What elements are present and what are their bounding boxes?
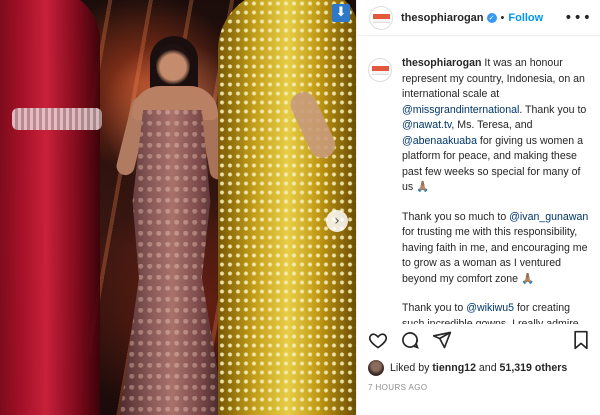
comment-icon[interactable] <box>400 330 420 350</box>
caption-paragraph-1: thesophiarogan It was an honour represen… <box>402 56 592 196</box>
next-image-icon[interactable]: › <box>326 210 348 232</box>
caption-avatar[interactable] <box>368 58 392 82</box>
caption-paragraph-2: Thank you so much to @ivan_gunawan for t… <box>402 210 592 288</box>
likes-count[interactable]: 51,319 others <box>500 362 568 374</box>
follow-button[interactable]: Follow <box>508 12 543 24</box>
avatar-flag-white <box>372 71 389 75</box>
red-dress-belt <box>12 108 102 130</box>
red-dress-figure <box>0 0 100 415</box>
gold-dress-figure <box>218 0 356 415</box>
model-head <box>156 44 190 86</box>
bookmark-icon[interactable] <box>572 330 590 350</box>
likes-prefix: Liked by <box>390 362 433 374</box>
separator-dot: • <box>500 11 505 24</box>
post-photo[interactable]: ⬇ › <box>0 0 356 415</box>
likes-row: Liked by tienng12 and 51,319 others <box>368 360 594 376</box>
verified-badge-icon: ✓ <box>486 12 497 23</box>
caption-text-span: Thank you so much to <box>402 210 510 223</box>
mention-wikiwu[interactable]: @wikiwu5 <box>466 302 514 314</box>
avatar[interactable] <box>369 5 393 30</box>
likes-text[interactable]: Liked by tienng12 and 51,319 others <box>390 362 567 374</box>
likes-middle: and <box>475 362 500 374</box>
caption-text: thesophiarogan It was an honour represen… <box>402 56 592 324</box>
post-header: thesophiarogan ✓ • Follow ••• <box>357 0 600 36</box>
caption-text-span: . Thank you to <box>519 103 587 116</box>
mention-abenaa[interactable]: @abenaakuaba <box>402 135 477 147</box>
caption-paragraph-3: Thank you to @wikiwu5 for creating such … <box>402 301 592 324</box>
caption-text-span: for trusting me with this responsibility… <box>402 226 588 285</box>
post-timestamp[interactable]: 7 HOURS AGO <box>368 383 428 392</box>
caption-text-span: Thank you to <box>402 302 467 314</box>
action-bar <box>368 328 590 352</box>
caption-username[interactable]: thesophiarogan <box>402 57 481 69</box>
heart-icon[interactable] <box>368 330 388 350</box>
share-icon[interactable] <box>432 330 452 350</box>
mention-missgrand[interactable]: @missgrandinternational <box>402 104 519 116</box>
avatar-flag-white <box>373 18 390 23</box>
liker-avatar[interactable] <box>368 360 384 376</box>
header-username[interactable]: thesophiarogan <box>401 12 484 24</box>
download-badge-icon[interactable]: ⬇ <box>332 4 350 22</box>
mention-nawat[interactable]: @nawat.tv <box>402 119 451 131</box>
liker-username[interactable]: tienng12 <box>432 362 476 374</box>
mention-ivan[interactable]: @ivan_gunawan <box>509 211 588 223</box>
caption-scroll-area[interactable]: thesophiarogan It was an honour represen… <box>368 46 596 324</box>
caption-text-span: , Ms. Teresa, and <box>451 119 533 131</box>
more-options-icon[interactable]: ••• <box>564 10 592 26</box>
